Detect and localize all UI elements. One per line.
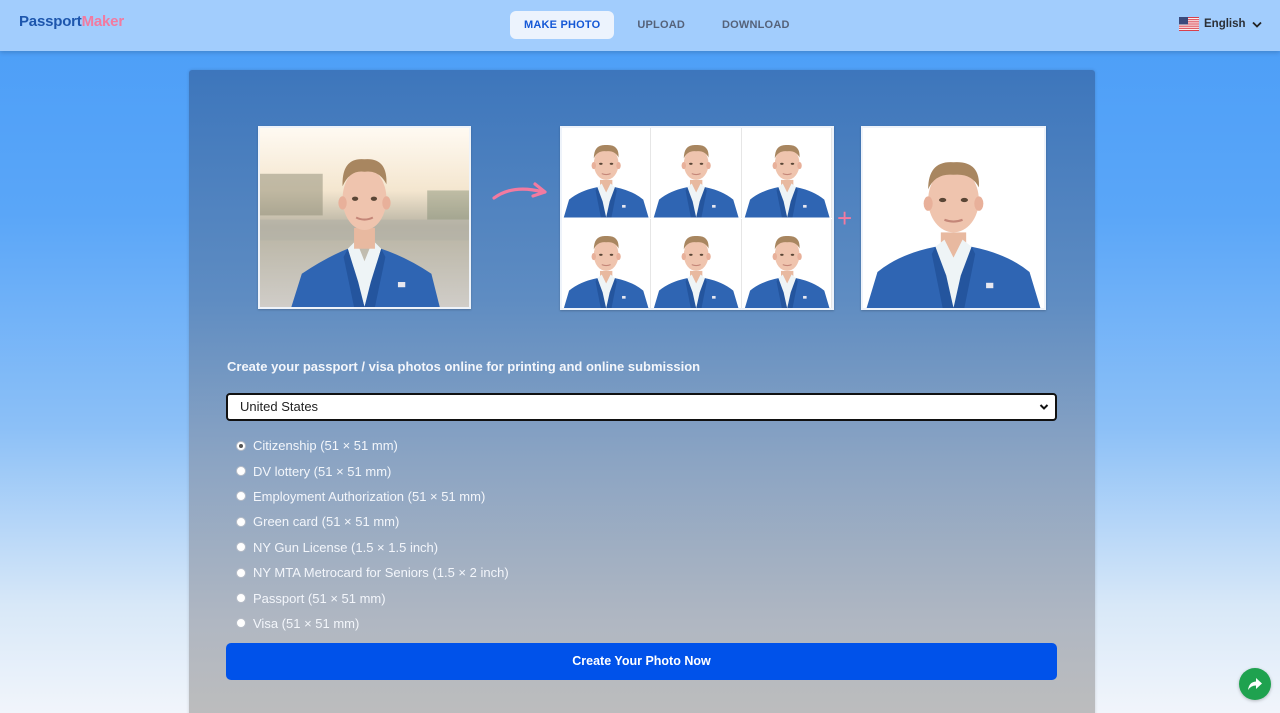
doc-option-label: Visa (51 × 51 mm) [253,615,360,631]
doc-option-label: NY Gun License (1.5 × 1.5 inch) [253,539,439,555]
radio-button[interactable] [236,440,246,451]
sheet-photo [652,128,742,218]
main-card: + Create your passport / visa photos onl… [189,70,1095,713]
chevron-down-icon [1251,21,1262,28]
doc-option-employment-authorization[interactable]: Employment Authorization (51 × 51 mm) [236,484,509,509]
nav-download[interactable]: DOWNLOAD [708,11,804,39]
logo-part-maker: Maker [81,13,125,30]
doc-option-label: Passport (51 × 51 mm) [253,590,386,606]
top-header: PassportMaker MAKE PHOTO UPLOAD DOWNLOAD… [0,0,1280,51]
doc-option-green-card[interactable]: Green card (51 × 51 mm) [236,509,509,534]
photo-sheet-preview [560,126,834,310]
language-label: English [1204,18,1246,30]
main-nav: MAKE PHOTO UPLOAD DOWNLOAD [510,11,813,39]
chevron-down-icon [1039,404,1049,410]
logo[interactable]: PassportMaker [19,13,124,30]
sheet-photo [742,128,832,218]
doc-option-label: Employment Authorization (51 × 51 mm) [253,488,486,504]
doc-option-ny-mta-metrocard[interactable]: NY MTA Metrocard for Seniors (1.5 × 2 in… [236,560,509,585]
sheet-photo [562,128,652,218]
share-arrow-icon [1248,678,1262,690]
sheet-photo [652,218,742,308]
document-type-list: Citizenship (51 × 51 mm) DV lottery (51 … [236,433,509,636]
sheet-photo [742,218,832,308]
radio-button[interactable] [236,593,246,604]
doc-option-citizenship[interactable]: Citizenship (51 × 51 mm) [236,433,509,458]
plus-icon: + [837,203,853,233]
nav-upload[interactable]: UPLOAD [623,11,699,39]
doc-option-visa[interactable]: Visa (51 × 51 mm) [236,611,509,636]
nav-make-photo[interactable]: MAKE PHOTO [510,11,615,39]
curved-arrow-icon [492,182,547,200]
radio-button[interactable] [236,542,246,553]
create-photo-button[interactable]: Create Your Photo Now [226,643,1057,680]
doc-option-passport[interactable]: Passport (51 × 51 mm) [236,585,509,610]
sheet-photo [562,218,652,308]
doc-option-dv-lottery[interactable]: DV lottery (51 × 51 mm) [236,458,509,483]
doc-option-label: Citizenship (51 × 51 mm) [253,438,398,454]
share-button[interactable] [1239,668,1271,700]
doc-option-label: NY MTA Metrocard for Seniors (1.5 × 2 in… [253,565,509,581]
radio-button[interactable] [236,567,246,578]
radio-button[interactable] [236,516,246,527]
radio-button[interactable] [236,618,246,629]
doc-option-label: Green card (51 × 51 mm) [253,514,400,530]
country-selected-value: United States [240,399,319,414]
language-selector[interactable]: English [1179,17,1262,31]
single-photo-preview [861,126,1046,310]
country-select[interactable]: United States [226,393,1057,421]
radio-button[interactable] [236,466,246,477]
logo-part-passport: Passport [19,13,82,30]
original-photo [258,126,471,309]
tagline: Create your passport / visa photos onlin… [227,359,701,374]
us-flag-icon [1179,17,1199,31]
radio-button[interactable] [236,491,246,502]
doc-option-label: DV lottery (51 × 51 mm) [253,463,392,479]
doc-option-ny-gun-license[interactable]: NY Gun License (1.5 × 1.5 inch) [236,535,509,560]
